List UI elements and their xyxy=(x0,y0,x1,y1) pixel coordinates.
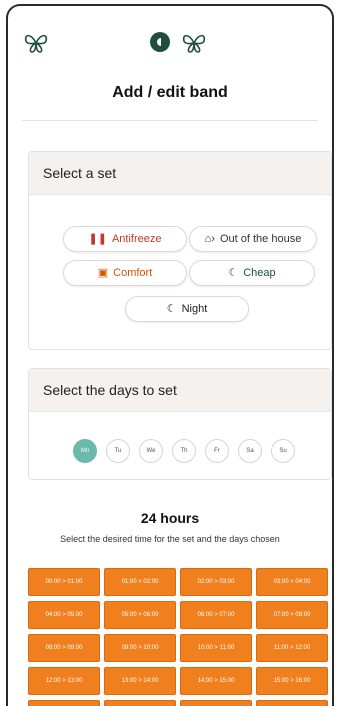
butterfly-icon[interactable] xyxy=(180,30,208,56)
time-slot[interactable]: 04:00 > 05:00 xyxy=(28,601,100,629)
day-mo[interactable]: Mo xyxy=(73,439,97,463)
set-chip-cheap[interactable]: ☾ Cheap xyxy=(189,260,315,286)
set-chip-label: Out of the house xyxy=(219,233,302,245)
select-set-heading: Select a set xyxy=(29,152,331,195)
set-chip-antifreeze[interactable]: ❚❚ Antifreeze xyxy=(63,226,187,252)
select-set-card: Select a set ❚❚ Antifreeze ⌂› Out of the ho… xyxy=(28,151,332,350)
time-slot[interactable]: 06:00 > 07:00 xyxy=(180,601,252,629)
time-slot[interactable]: 13:00 > 14:00 xyxy=(104,667,176,695)
day-su[interactable]: Su xyxy=(271,439,295,463)
time-slot[interactable]: 14:00 > 15:00 xyxy=(180,667,252,695)
set-chip-label: Comfort xyxy=(113,267,153,279)
toggle-button[interactable] xyxy=(150,32,170,52)
day-sa[interactable]: Sa xyxy=(238,439,262,463)
time-slot[interactable]: 05:00 > 06:00 xyxy=(104,601,176,629)
antifreeze-icon: ❚❚ xyxy=(88,232,107,245)
day-fr[interactable]: Fr xyxy=(205,439,229,463)
time-slot[interactable]: 00:00 > 01:00 xyxy=(28,568,100,596)
time-slot[interactable] xyxy=(256,700,328,706)
time-slot[interactable] xyxy=(28,700,100,706)
moon-icon: ☾ xyxy=(166,302,177,315)
day-th[interactable]: Th xyxy=(172,439,196,463)
time-slot[interactable] xyxy=(180,700,252,706)
out-of-house-icon: ⌂› xyxy=(204,232,215,245)
set-chip-label: Night xyxy=(181,303,208,315)
top-bar xyxy=(8,6,332,66)
app-screen: Add / edit band Select a set ❚❚ Antifreez… xyxy=(6,4,334,706)
day-tu[interactable]: Tu xyxy=(106,439,130,463)
time-slot[interactable]: 02:00 > 03:00 xyxy=(180,568,252,596)
time-slot[interactable]: 09:00 > 10:00 xyxy=(104,634,176,662)
set-chip-label: Cheap xyxy=(243,267,276,279)
hours-title: 24 hours xyxy=(140,510,200,526)
select-days-card: Select the days to set Mo Tu We Th Fr Sa Su xyxy=(28,368,332,480)
time-slot[interactable] xyxy=(104,700,176,706)
set-chip-label: Antifreeze xyxy=(111,233,162,245)
cheap-icon: ☾ xyxy=(228,266,239,279)
time-slot-grid: 00:00 > 01:00 01:00 > 02:00 02:00 > 03:00 0… xyxy=(28,568,332,706)
comfort-icon: ▣ xyxy=(97,266,109,279)
time-slot[interactable]: 15:00 > 16:00 xyxy=(256,667,328,695)
half-circle-icon xyxy=(157,38,161,46)
butterfly-logo-icon[interactable] xyxy=(22,30,50,56)
day-we[interactable]: We xyxy=(139,439,163,463)
page-title: Add / edit band xyxy=(112,84,228,101)
time-slot[interactable]: 08:00 > 09:00 xyxy=(28,634,100,662)
time-slot[interactable]: 12:00 > 13:00 xyxy=(28,667,100,695)
time-slot[interactable]: 10:00 > 11:00 xyxy=(180,634,252,662)
select-days-heading: Select the days to set xyxy=(29,369,331,412)
set-chip-night[interactable]: ☾ Night xyxy=(125,296,249,322)
page-header: Add / edit band xyxy=(22,66,318,121)
set-chip-out-of-the-house[interactable]: ⌂› Out of the house xyxy=(189,226,317,252)
hours-subtitle: Select the desired time for the set and … xyxy=(60,534,280,544)
time-slot[interactable]: 11:00 > 12:00 xyxy=(256,634,328,662)
time-slot[interactable]: 03:00 > 04:00 xyxy=(256,568,328,596)
time-slot[interactable]: 01:00 > 02:00 xyxy=(104,568,176,596)
time-slot[interactable]: 07:00 > 08:00 xyxy=(256,601,328,629)
set-chip-comfort[interactable]: ▣ Comfort xyxy=(63,260,187,286)
